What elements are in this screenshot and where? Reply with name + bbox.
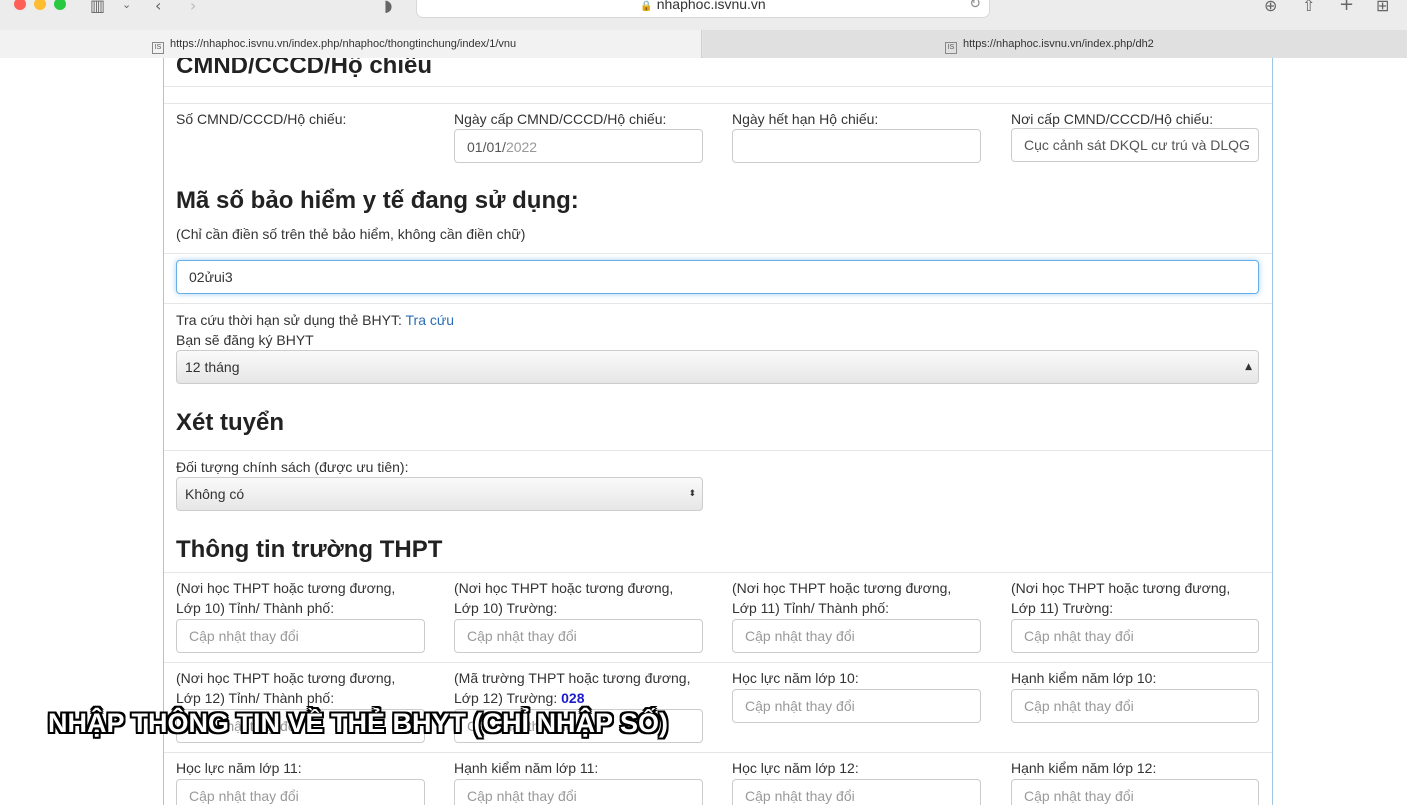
- video-caption: NHẬP THÔNG TIN VỀ THẺ BHYT (CHỈ NHẬP SỐ): [48, 708, 669, 738]
- grade12-conduct-label: Hạnh kiểm năm lớp 12:: [1011, 760, 1157, 776]
- download-icon[interactable]: ⊕: [1264, 0, 1277, 15]
- grade11-province-label: (Nơi học THPT hoặc tương đương, Lớp 11) T…: [732, 580, 952, 616]
- divider: [164, 253, 1272, 254]
- id-issue-place-label: Nơi cấp CMND/CCCD/Hộ chiếu:: [1011, 111, 1214, 127]
- id-number-label: Số CMND/CCCD/Hộ chiếu:: [176, 111, 347, 127]
- grade12-academic-label: Học lực năm lớp 12:: [732, 760, 859, 776]
- back-icon[interactable]: ‹: [155, 0, 161, 15]
- school-code: 028: [561, 690, 585, 706]
- address-text: nhaphoc.isvnu.vn: [656, 0, 766, 12]
- grade10-province-input[interactable]: Cập nhật thay đổi: [176, 619, 425, 653]
- divider: [164, 303, 1272, 304]
- tab-label: https://nhaphoc.isvnu.vn/index.php/nhaph…: [170, 38, 517, 50]
- form-panel: CMND/CCCD/Hộ chiếu Số CMND/CCCD/Hộ chiếu…: [163, 58, 1273, 805]
- address-bar[interactable]: 🔒 nhaphoc.isvnu.vn ↻: [416, 0, 990, 18]
- date-day-month: 01/01/: [467, 139, 506, 155]
- divider: [164, 450, 1272, 451]
- tab-overview-icon[interactable]: ⊞: [1376, 0, 1389, 15]
- grade11-conduct-input[interactable]: Cập nhật thay đổi: [454, 779, 703, 805]
- grade11-conduct-label: Hạnh kiểm năm lớp 11:: [454, 760, 599, 776]
- admission-title: Xét tuyển: [176, 409, 285, 436]
- grade11-academic-label: Học lực năm lớp 11:: [176, 760, 302, 776]
- passport-expiry-input[interactable]: [732, 129, 981, 163]
- bhyt-duration-value: 12 tháng: [185, 359, 240, 375]
- school-title: Thông tin trường THPT: [176, 536, 443, 563]
- policy-select[interactable]: Không có ⬍: [176, 477, 703, 511]
- new-tab-icon[interactable]: +: [1339, 0, 1354, 15]
- select-arrows-icon: ⬍: [688, 489, 696, 499]
- insurance-note: (Chỉ cần điền số trên thẻ bảo hiểm, khôn…: [176, 226, 526, 242]
- bhyt-lookup-label: Tra cứu thời hạn sử dụng thẻ BHYT:: [176, 312, 402, 328]
- divider: [164, 103, 1272, 104]
- zoom-window-button[interactable]: [54, 0, 66, 10]
- reload-icon[interactable]: ↻: [969, 0, 981, 15]
- policy-label: Đối tượng chính sách (được ưu tiên):: [176, 459, 409, 475]
- minimize-window-button[interactable]: [34, 0, 46, 10]
- grade11-school-input[interactable]: Cập nhật thay đổi: [1011, 619, 1259, 653]
- grade12-academic-input[interactable]: Cập nhật thay đổi: [732, 779, 981, 805]
- tab-thongtinchung[interactable]: IS https://nhaphoc.isvnu.vn/index.php/nha…: [0, 30, 702, 58]
- shield-icon[interactable]: ◗: [384, 0, 392, 15]
- grade10-school-input[interactable]: Cập nhật thay đổi: [454, 619, 703, 653]
- bhyt-lookup-row: Tra cứu thời hạn sử dụng thẻ BHYT: Tra c…: [176, 310, 454, 330]
- favicon-icon: IS: [945, 42, 957, 54]
- favicon-icon: IS: [152, 42, 164, 54]
- id-section-title: CMND/CCCD/Hộ chiếu: [176, 58, 432, 79]
- grade11-school-label: (Nơi học THPT hoặc tương đương, Lớp 11) T…: [1011, 580, 1231, 616]
- tab-bar: IS https://nhaphoc.isvnu.vn/index.php/nha…: [0, 30, 1407, 58]
- divider: [164, 662, 1272, 663]
- sidebar-icon[interactable]: ▥: [90, 0, 105, 15]
- grade10-academic-input[interactable]: Cập nhật thay đổi: [732, 689, 981, 723]
- forward-icon[interactable]: ›: [190, 0, 196, 15]
- id-issue-date-label: Ngày cấp CMND/CCCD/Hộ chiếu:: [454, 111, 667, 127]
- bhyt-duration-select[interactable]: 12 tháng ▲: [176, 350, 1259, 384]
- grade11-academic-input[interactable]: Cập nhật thay đổi: [176, 779, 425, 805]
- grade12-school-code-label: (Mã trường THPT hoặc tương đương, Lớp 12)…: [454, 670, 691, 706]
- grade10-school-label: (Nơi học THPT hoặc tương đương, Lớp 10) T…: [454, 580, 674, 616]
- tab-dh2[interactable]: IS https://nhaphoc.isvnu.vn/index.php/dh2: [703, 30, 1407, 58]
- passport-expiry-label: Ngày hết hạn Hộ chiếu:: [732, 111, 879, 127]
- grade10-conduct-input[interactable]: Cập nhật thay đổi: [1011, 689, 1259, 723]
- id-issue-place-input[interactable]: Cục cảnh sát DKQL cư trú và DLQG: [1011, 128, 1259, 162]
- bhyt-register-label: Bạn sẽ đăng ký BHYT: [176, 332, 314, 348]
- policy-value: Không có: [185, 486, 245, 502]
- bhyt-lookup-link[interactable]: Tra cứu: [406, 312, 455, 328]
- close-window-button[interactable]: [14, 0, 26, 10]
- grade10-academic-label: Học lực năm lớp 10:: [732, 670, 859, 686]
- grade10-province-label: (Nơi học THPT hoặc tương đương, Lớp 10) T…: [176, 580, 396, 616]
- insurance-number-input[interactable]: 02ửui3: [176, 260, 1259, 294]
- divider: [164, 86, 1272, 87]
- chevron-down-icon[interactable]: ⌄: [122, 0, 131, 11]
- id-issue-date-input[interactable]: 01/01/2022: [454, 129, 703, 163]
- select-arrows-icon: ▲: [1245, 362, 1252, 372]
- date-year: 2022: [505, 139, 538, 155]
- grade12-province-label: (Nơi học THPT hoặc tương đương, Lớp 12) T…: [176, 670, 396, 706]
- share-icon[interactable]: ⇧: [1302, 0, 1315, 15]
- grade10-conduct-label: Hạnh kiểm năm lớp 10:: [1011, 670, 1157, 686]
- divider: [164, 752, 1272, 753]
- grade12-conduct-input[interactable]: Cập nhật thay đổi: [1011, 779, 1259, 805]
- divider: [164, 572, 1272, 573]
- grade11-province-input[interactable]: Cập nhật thay đổi: [732, 619, 981, 653]
- insurance-title: Mã số bảo hiểm y tế đang sử dụng:: [176, 187, 579, 214]
- lock-icon: 🔒: [640, 1, 653, 12]
- tab-label: https://nhaphoc.isvnu.vn/index.php/dh2: [963, 38, 1154, 50]
- browser-toolbar: ▥ ⌄ ‹ › ◗ 🔒 nhaphoc.isvnu.vn ↻ ⊕ ⇧ + ⊞: [0, 0, 1407, 30]
